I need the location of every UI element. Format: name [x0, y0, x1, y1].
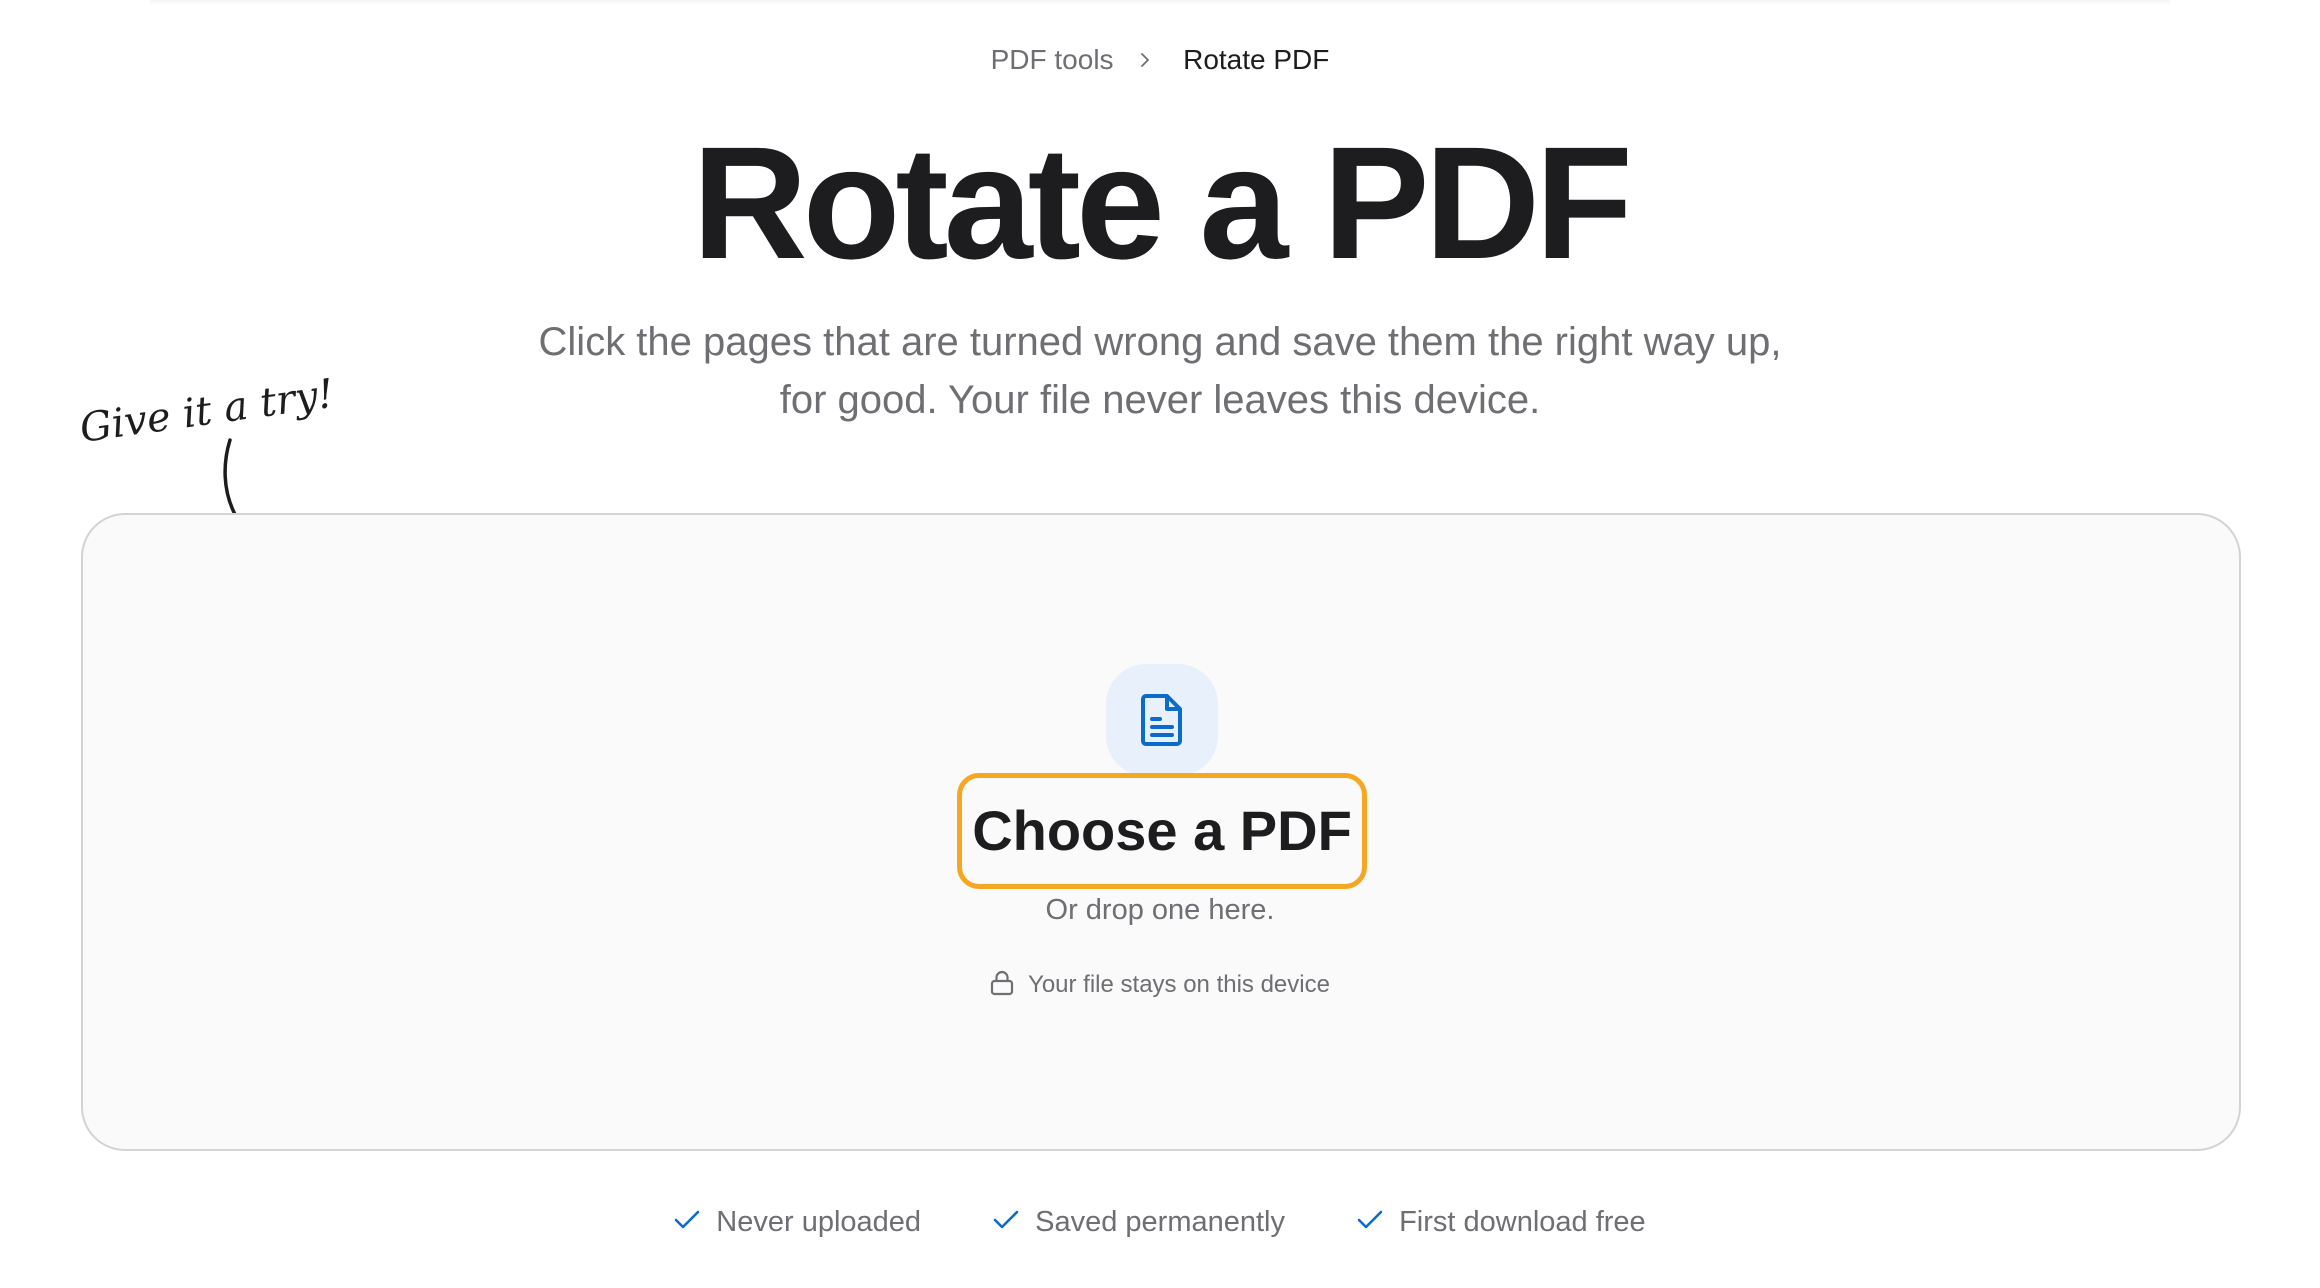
privacy-note-text: Your file stays on this device	[1028, 971, 1330, 998]
breadcrumb: PDF tools Rotate PDF	[0, 42, 2320, 78]
feature-label: First download free	[1399, 1206, 1646, 1238]
breadcrumb-link-pdf-tools[interactable]: PDF tools	[991, 44, 1114, 75]
document-icon	[1141, 694, 1182, 746]
feature-list: Never uploaded Saved permanently First d…	[0, 1203, 2320, 1241]
chevron-right-icon	[1141, 52, 1150, 67]
subtitle-line-1: Click the pages that are turned wrong an…	[538, 320, 1782, 364]
choose-pdf-button[interactable]: Choose a PDF	[957, 773, 1367, 889]
check-icon	[993, 1211, 1019, 1229]
page: PDF tools Rotate PDF Rotate a PDF Click …	[0, 0, 2320, 1288]
feature-saved-permanently: Saved permanently	[993, 1203, 1285, 1241]
annotation-text: Give it a try!	[78, 371, 337, 452]
check-icon	[674, 1211, 700, 1229]
lock-icon	[990, 970, 1014, 995]
privacy-note: Your file stays on this device	[0, 968, 2320, 1002]
feature-never-uploaded: Never uploaded	[674, 1203, 921, 1241]
feature-label: Never uploaded	[716, 1206, 922, 1238]
page-title: Rotate a PDF	[692, 113, 1633, 292]
feature-label: Saved permanently	[1035, 1206, 1285, 1238]
header-shadow	[150, 0, 2170, 6]
feature-first-download-free: First download free	[1357, 1203, 1646, 1241]
drop-hint: Or drop one here.	[1045, 894, 1275, 926]
check-icon	[1357, 1211, 1383, 1229]
file-badge	[1106, 664, 1218, 776]
breadcrumb-current: Rotate PDF	[1183, 44, 1330, 75]
